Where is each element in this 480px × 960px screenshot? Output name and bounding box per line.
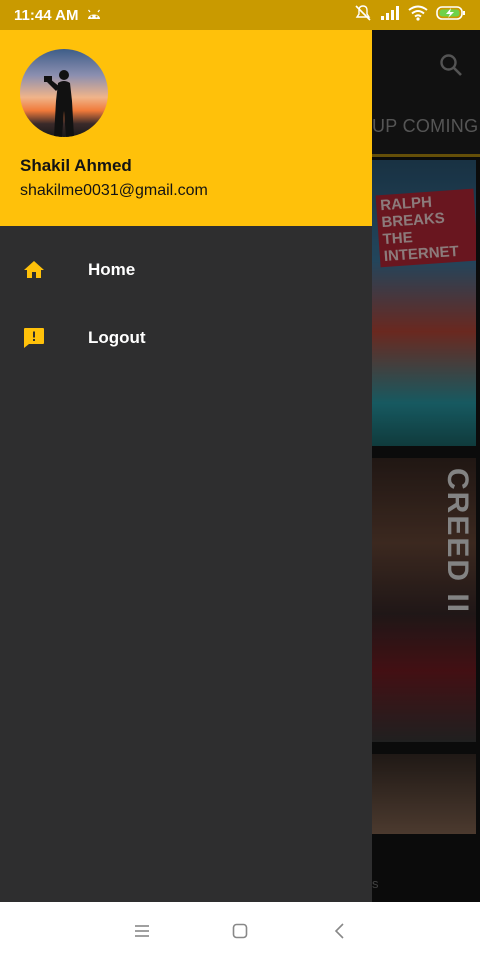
android-notification-icon	[86, 7, 102, 24]
feedback-icon	[22, 326, 46, 350]
status-time: 11:44 AM	[14, 6, 79, 24]
status-right	[354, 4, 466, 26]
avatar[interactable]	[20, 49, 108, 137]
status-left: 11:44 AM	[14, 7, 102, 24]
home-square-icon[interactable]	[226, 917, 254, 945]
status-bar: 11:44 AM	[0, 0, 480, 30]
menu-item-home[interactable]: Home	[0, 240, 372, 300]
battery-charging-icon	[436, 5, 466, 25]
menu-icon[interactable]	[128, 917, 156, 945]
user-name: Shakil Ahmed	[20, 156, 132, 175]
back-icon[interactable]	[326, 917, 354, 945]
navigation-drawer: Shakil Ahmed shakilme0031@gmail.com Home…	[0, 30, 372, 902]
system-nav-bar	[0, 902, 480, 960]
signal-icon	[380, 5, 400, 25]
user-email: shakilme0031@gmail.com	[20, 182, 208, 199]
wifi-icon	[408, 5, 428, 25]
mute-icon	[354, 4, 372, 26]
home-icon	[22, 258, 46, 282]
menu-item-label: Home	[88, 260, 136, 279]
drawer-header: Shakil Ahmed shakilme0031@gmail.com	[0, 30, 372, 226]
menu-item-logout[interactable]: Logout	[0, 308, 372, 368]
menu-item-label: Logout	[88, 328, 146, 347]
